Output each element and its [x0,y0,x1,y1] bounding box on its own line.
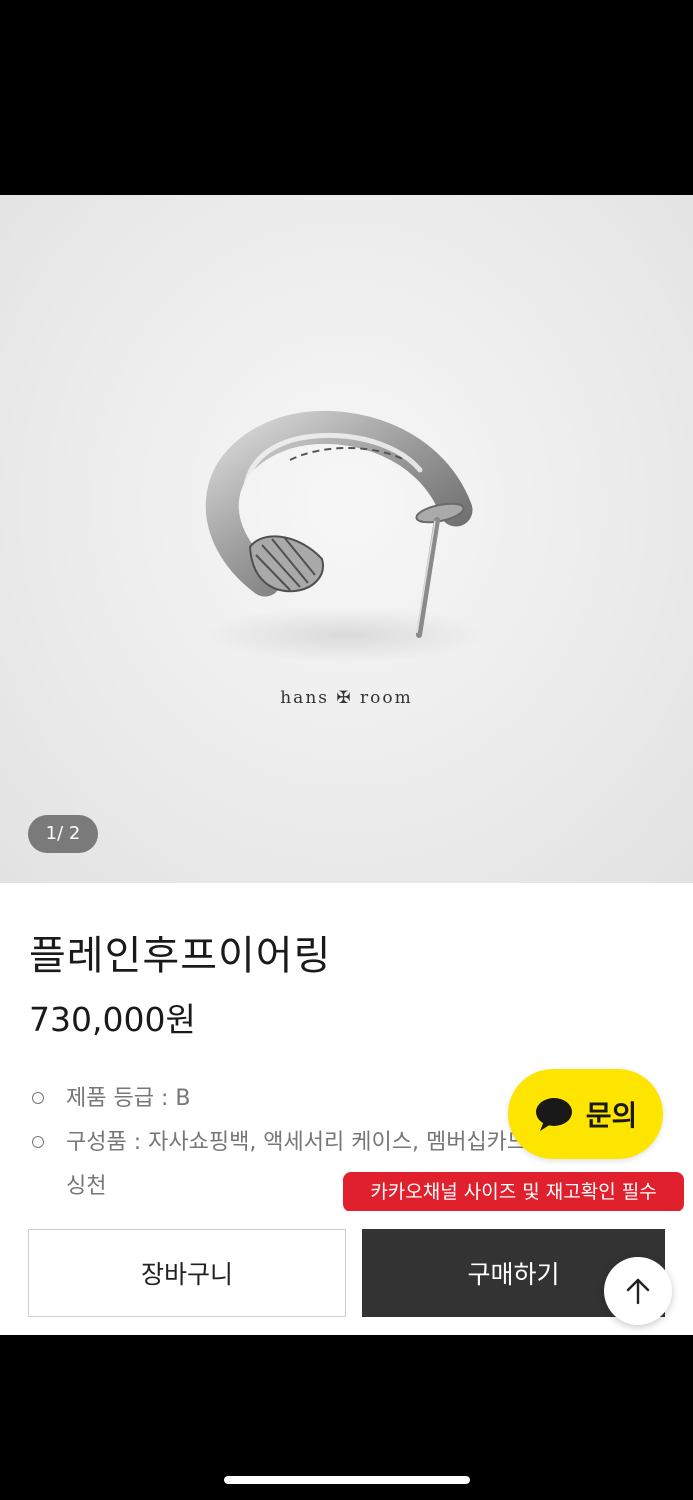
spec-components-cont: 싱천 [66,1174,107,1199]
chat-bubble-icon [535,1098,572,1131]
spec-grade: 제품 등급 : B [66,1086,191,1111]
image-counter: 1/ 2 [28,815,98,853]
status-area [0,0,693,195]
product-title: 플레인후프이어링 [29,933,332,979]
kakao-tooltip: 카카오채널 사이즈 및 재고확인 필수 [343,1172,684,1212]
home-indicator[interactable] [224,1476,470,1484]
arrow-up-icon [626,1278,650,1305]
product-price: 730,000원 [29,1000,196,1039]
scroll-to-top-button[interactable] [604,1257,672,1325]
kakao-label: 문의 [585,1099,638,1132]
spec-components: 구성품 : 자사쇼핑백, 액세서리 케이스, 멤버십카드, 실버 [66,1130,582,1155]
earring-illustration [205,410,485,663]
add-to-cart-button[interactable]: 장바구니 [28,1229,346,1317]
brand-watermark: hans ✠ room [280,688,413,708]
bullet-icon [32,1092,44,1104]
kakao-inquiry-button[interactable]: 문의 [508,1069,663,1159]
purchase-bar: 장바구니 구매하기 [0,1211,693,1335]
product-info: 플레인후프이어링 730,000원 제품 등급 : B 구성품 : 자사쇼핑백,… [0,883,693,1211]
product-image[interactable]: hans ✠ room 1/ 2 [0,195,693,883]
bullet-icon [32,1136,44,1148]
